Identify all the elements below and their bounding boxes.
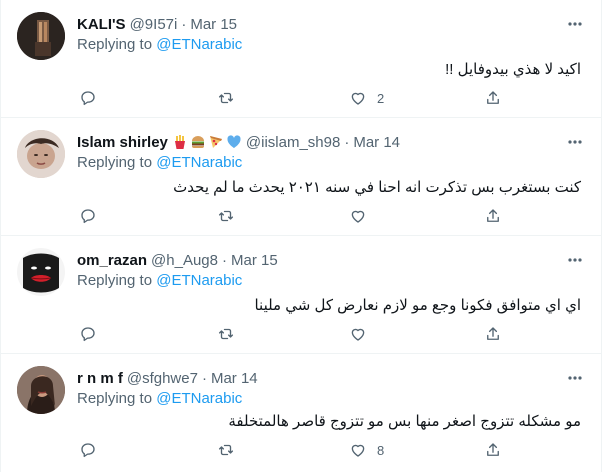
reply-icon [81, 209, 95, 224]
like-button[interactable]: 2 [349, 88, 384, 108]
tweet-text: مو مشكله تتزوج اصغر منها بس مو تتزوج قاص… [228, 413, 581, 430]
retweet-button[interactable] [217, 88, 235, 108]
display-name[interactable]: KALI'S [77, 16, 126, 33]
retweet-icon [218, 444, 234, 456]
timestamp[interactable]: Mar 15 [190, 16, 237, 33]
retweet-button[interactable] [217, 324, 235, 344]
replying-to: Replying to @ETNarabic [77, 154, 242, 174]
blue-heart-icon [227, 135, 241, 148]
mention-link[interactable]: @ETNarabic [156, 390, 242, 407]
user-handle[interactable]: @h_Aug8 [151, 252, 218, 269]
timestamp[interactable]: Mar 14 [211, 370, 258, 387]
retweet-icon [218, 92, 234, 104]
tweet-actions: 8 [77, 440, 507, 460]
tweet-header: r n m f @sfghwe7 · Mar 14 [77, 368, 258, 388]
reply-icon [81, 443, 95, 458]
burger-icon [191, 136, 204, 148]
reply-button[interactable] [79, 324, 97, 344]
tweet-actions [77, 206, 507, 226]
replying-to: Replying to @ETNarabic [77, 272, 242, 292]
share-icon [487, 443, 499, 456]
retweet-button[interactable] [217, 206, 235, 226]
like-count: 8 [377, 442, 385, 458]
more-icon[interactable] [565, 14, 585, 34]
avatar[interactable] [17, 12, 65, 60]
mention-link[interactable]: @ETNarabic [156, 272, 242, 289]
share-icon [487, 327, 499, 340]
heart-icon [351, 92, 365, 105]
pizza-icon [209, 136, 222, 148]
woman-photo-icon [17, 366, 65, 414]
like-count: 2 [377, 90, 385, 106]
replying-to-label: Replying to [77, 390, 157, 407]
replies-feed: KALI'S @9I57i · Mar 15 Replying to @ETNa… [0, 0, 602, 472]
replying-to-label: Replying to [77, 36, 157, 53]
avatar[interactable] [17, 248, 65, 296]
display-name[interactable]: om_razan [77, 252, 147, 269]
display-name[interactable]: Islam shirley [77, 134, 168, 151]
avatar[interactable] [17, 366, 65, 414]
name-emojis [172, 134, 242, 150]
tweet-header: KALI'S @9I57i · Mar 15 [77, 14, 237, 34]
dark-window-photo-icon [17, 12, 65, 60]
reply-button[interactable] [79, 206, 97, 226]
user-handle[interactable]: @9I57i [130, 16, 178, 33]
separator-dot: · [181, 15, 187, 33]
reply-button[interactable] [79, 440, 97, 460]
replying-to-label: Replying to [77, 272, 157, 289]
like-button[interactable] [349, 206, 377, 226]
more-icon[interactable] [565, 250, 585, 270]
user-handle[interactable]: @iislam_sh98 [246, 134, 340, 151]
replying-to: Replying to @ETNarabic [77, 390, 242, 410]
more-icon[interactable] [565, 368, 585, 388]
person-photo-icon [17, 130, 65, 178]
reply-tweet[interactable]: Islam shirley @iislam_sh98 · Mar 14 Repl… [1, 118, 601, 236]
tweet-actions [77, 324, 507, 344]
replying-to-label: Replying to [77, 154, 157, 171]
tweet-text: كنت بستغرب بس تذكرت انه احنا في سنه ٢٠٢١… [173, 179, 581, 196]
avatar[interactable] [17, 130, 65, 178]
like-button[interactable]: 8 [349, 440, 384, 460]
share-button[interactable] [484, 324, 502, 344]
tweet-actions: 2 [77, 88, 507, 108]
share-button[interactable] [484, 206, 502, 226]
red-lips-photo-icon [17, 248, 65, 296]
reply-button[interactable] [79, 88, 97, 108]
share-icon [487, 91, 499, 104]
replying-to: Replying to @ETNarabic [77, 36, 242, 56]
timestamp[interactable]: Mar 14 [353, 134, 400, 151]
reply-icon [81, 327, 95, 342]
retweet-icon [218, 328, 234, 340]
heart-icon [351, 328, 365, 341]
tweet-text: اكيد لا هذي بيدوفايل !! [445, 61, 581, 78]
display-name[interactable]: r n m f [77, 370, 123, 387]
tweet-header: om_razan @h_Aug8 · Mar 15 [77, 250, 278, 270]
like-button[interactable] [349, 324, 377, 344]
retweet-button[interactable] [217, 440, 235, 460]
timestamp[interactable]: Mar 15 [231, 252, 278, 269]
separator-dot: · [344, 133, 350, 151]
heart-icon [351, 210, 365, 223]
share-button[interactable] [484, 440, 502, 460]
reply-tweet[interactable]: KALI'S @9I57i · Mar 15 Replying to @ETNa… [1, 0, 601, 118]
fries-icon [174, 135, 185, 149]
more-icon[interactable] [565, 132, 585, 152]
tweet-header: Islam shirley @iislam_sh98 · Mar 14 [77, 132, 400, 152]
separator-dot: · [221, 251, 227, 269]
heart-icon [351, 444, 365, 457]
share-button[interactable] [484, 88, 502, 108]
mention-link[interactable]: @ETNarabic [156, 36, 242, 53]
reply-tweet[interactable]: r n m f @sfghwe7 · Mar 14 Replying to @E… [1, 354, 601, 472]
reply-tweet[interactable]: om_razan @h_Aug8 · Mar 15 Replying to @E… [1, 236, 601, 354]
retweet-icon [218, 210, 234, 222]
mention-link[interactable]: @ETNarabic [156, 154, 242, 171]
user-handle[interactable]: @sfghwe7 [127, 370, 198, 387]
reply-icon [81, 91, 95, 106]
tweet-text: اي اي متوافق فكونا وجع مو لازم نعارض كل … [254, 297, 581, 314]
separator-dot: · [201, 369, 207, 387]
share-icon [487, 209, 499, 222]
